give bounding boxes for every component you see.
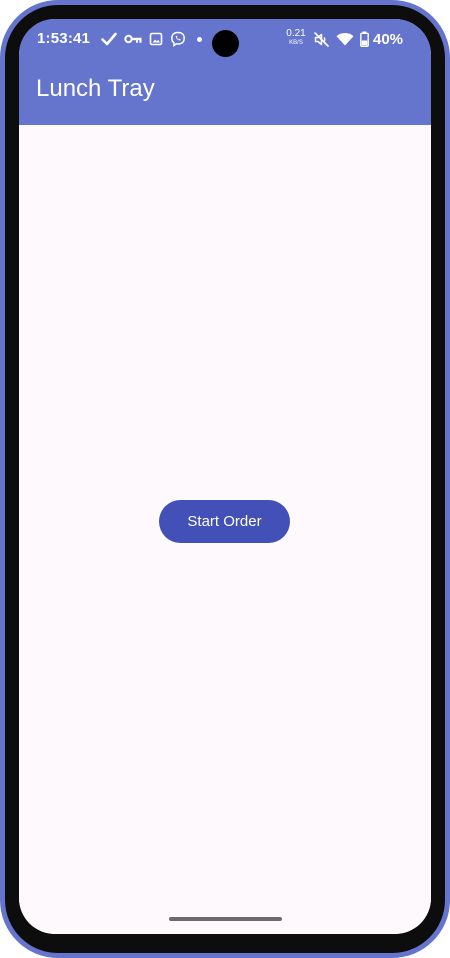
battery-percent: 40%: [373, 30, 404, 48]
check-icon: [101, 32, 117, 46]
wifi-icon: [336, 32, 354, 46]
status-icons-left: [101, 29, 202, 49]
network-speed: 0.21 KB/S: [284, 28, 308, 47]
mute-icon: [313, 31, 330, 48]
gesture-navigation-bar[interactable]: [169, 917, 282, 921]
viber-icon: [170, 31, 186, 47]
network-speed-value: 0.21: [286, 28, 306, 39]
start-order-button[interactable]: Start Order: [159, 500, 290, 543]
network-speed-unit: KB/S: [289, 40, 303, 46]
status-icons-right: 40%: [313, 29, 403, 49]
screen: 1:53:41 0.21 KB/S 40% Lunch Tray Start O…: [19, 19, 431, 934]
camera-cutout: [212, 30, 239, 57]
battery-icon: [360, 31, 369, 47]
start-order-screen: Start Order: [19, 125, 431, 934]
top-app-bar: Lunch Tray: [19, 59, 431, 125]
key-icon: [124, 33, 142, 45]
status-bar: 1:53:41 0.21 KB/S 40%: [19, 19, 431, 59]
app-title: Lunch Tray: [36, 75, 155, 102]
notification-dot: [197, 36, 202, 42]
status-time: 1:53:41: [37, 30, 91, 47]
image-icon: [149, 32, 163, 46]
